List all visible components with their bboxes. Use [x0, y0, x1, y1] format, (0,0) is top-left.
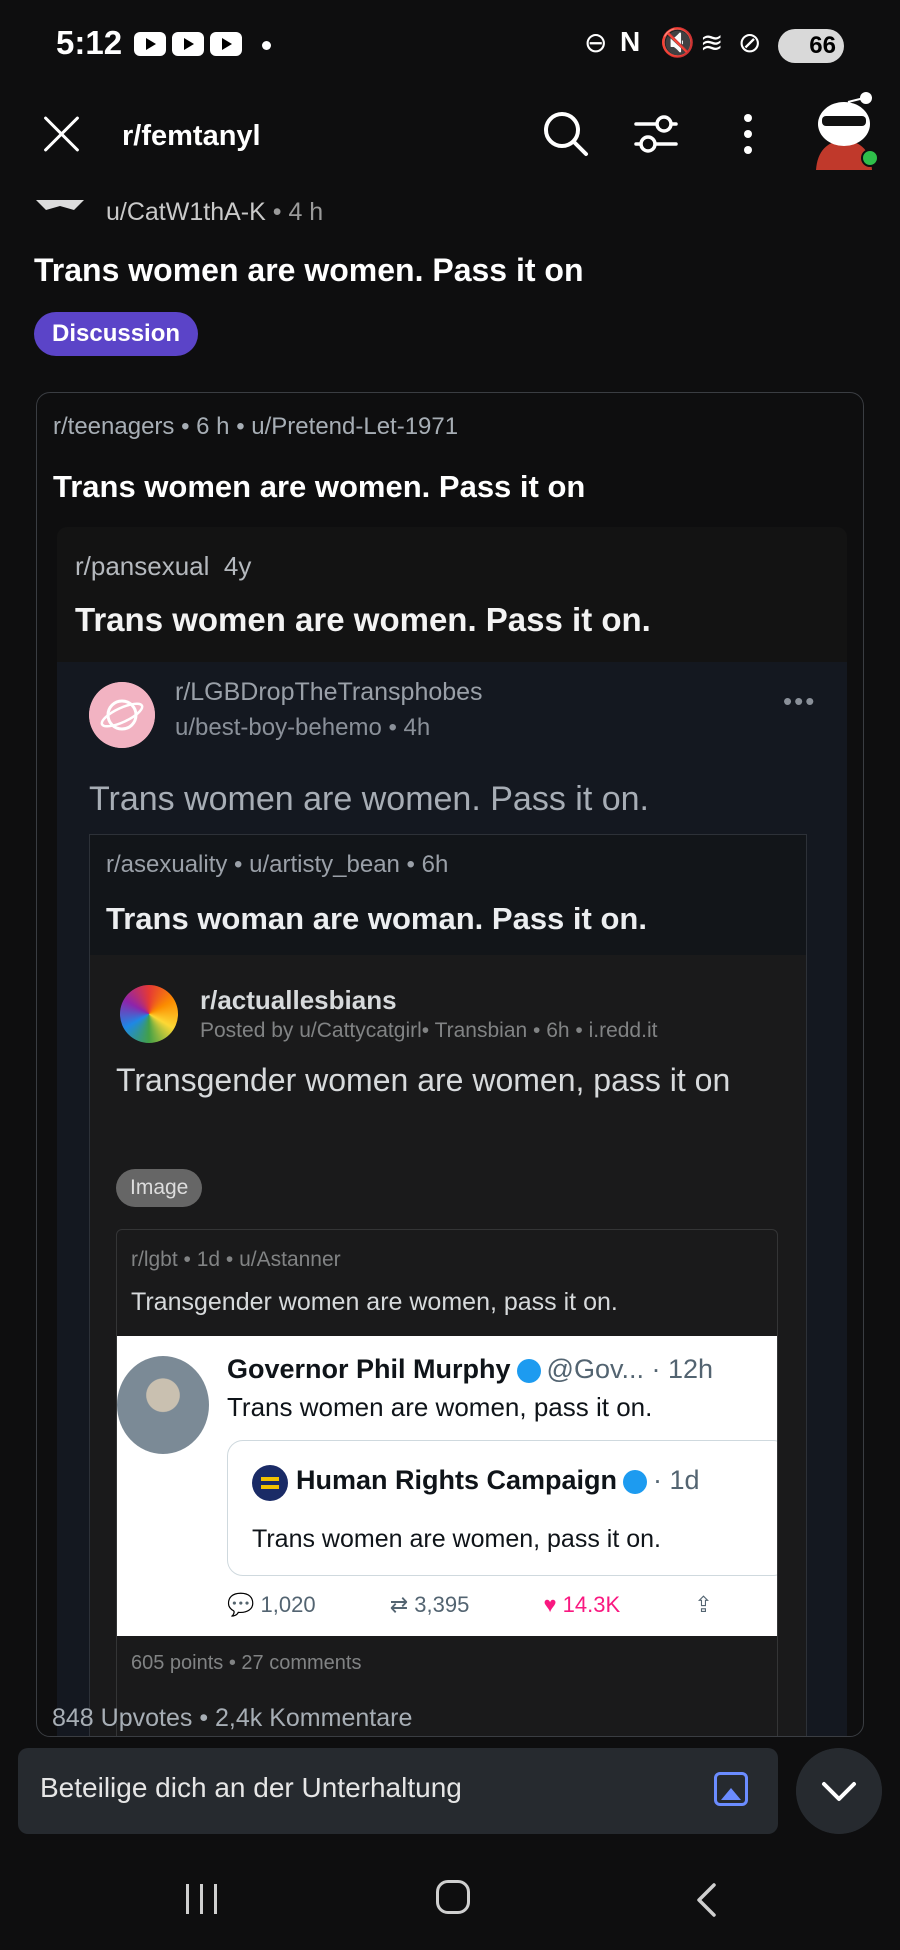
crosspost-subreddit[interactable]: r/teenagers [53, 413, 174, 440]
block-icon: ⊘ [738, 27, 762, 58]
quote-author: Human Rights Campaign · 1d [296, 1465, 700, 1495]
retweet-count: ⇄ 3,395 [389, 1592, 470, 1617]
upvote-count: 848 Upvotes [52, 1704, 193, 1732]
planet-icon [89, 682, 155, 748]
status-time: 5:12 [56, 24, 123, 61]
recent-apps-icon[interactable] [186, 1884, 218, 1914]
youtube-icon [134, 32, 166, 56]
collapse-button[interactable] [796, 1748, 882, 1834]
share-icon: ⇪ [694, 1592, 713, 1617]
l5-footer: 605 points • 27 comments [131, 1652, 362, 1674]
filter-icon[interactable] [630, 108, 682, 160]
search-icon[interactable] [540, 108, 592, 160]
l3-title: Trans woman are woman. Pass it on. [106, 901, 647, 936]
youtube-icon [172, 32, 204, 56]
reply-count: 💬 1,020 [227, 1592, 316, 1617]
tweet-author: Governor Phil Murphy @Gov... · 12h [227, 1354, 714, 1384]
nfc-icon: N [620, 26, 641, 57]
more-options-icon[interactable] [722, 108, 774, 160]
l5-meta: r/lgbt • 1d • u/Astanner [131, 1248, 341, 1271]
post-stats: 848 Upvotes • 2,4k Kommentare [52, 1704, 413, 1732]
crosspost-title: Trans women are women. Pass it on [53, 469, 586, 504]
hrc-logo-icon [252, 1465, 288, 1501]
author-avatar[interactable] [34, 196, 86, 218]
crosspost-meta: r/teenagers • 6 h • u/Pretend-Let-1971 [53, 413, 459, 440]
tweet-card: Governor Phil Murphy @Gov... · 12h Trans … [117, 1336, 777, 1636]
l3-meta: r/asexuality • u/artisty_bean • 6h [106, 851, 449, 878]
l1-title: Trans women are women. Pass it on. [75, 601, 651, 638]
l4-title: Transgender women are women, pass it on [116, 1062, 731, 1098]
tweet-actions: 💬 1,020 ⇄ 3,395 ♥ 14.3K ⇪ [227, 1592, 747, 1618]
l2-subreddit: r/LGBDropTheTransphobes [175, 678, 483, 706]
post-title: Trans women are women. Pass it on [34, 252, 584, 288]
back-icon[interactable] [692, 1882, 722, 1918]
l1-meta: r/pansexual 4y [75, 551, 252, 581]
l2-user: u/best-boy-behemo • 4h [175, 714, 431, 741]
rainbow-snoo-icon [120, 985, 178, 1043]
l5-title: Transgender women are women, pass it on. [131, 1288, 618, 1316]
post-age: 4 h [288, 198, 324, 226]
l3-post: r/asexuality • u/artisty_bean • 6h Trans… [89, 834, 807, 1736]
l2-more-icon: ••• [783, 686, 817, 716]
quote-text: Trans women are women, pass it on. [252, 1525, 661, 1553]
flair-badge[interactable]: Discussion [34, 312, 199, 356]
crosspost-card[interactable]: r/teenagers • 6 h • u/Pretend-Let-1971 T… [36, 392, 864, 1737]
tweet-text: Trans women are women, pass it on. [227, 1392, 653, 1422]
author-link[interactable]: u/CatW1thA-K [106, 198, 266, 226]
reply-input[interactable]: Beteilige dich an der Unterhaltung [18, 1748, 778, 1834]
home-icon[interactable] [436, 1880, 470, 1914]
battery-indicator: 66 [778, 29, 844, 63]
wifi-icon: ≋ [700, 27, 724, 58]
verified-icon [623, 1469, 648, 1494]
crosspost-age: 6 h [196, 413, 230, 440]
post-image[interactable]: r/pansexual 4y Trans women are women. Pa… [57, 527, 847, 1736]
subreddit-title[interactable]: r/femtanyl [122, 120, 261, 153]
l4-subreddit: r/actuallesbians [200, 985, 397, 1015]
reply-placeholder: Beteilige dich an der Unterhaltung [40, 1772, 462, 1803]
crosspost-author[interactable]: u/Pretend-Let-1971 [251, 413, 458, 440]
mute-icon: 🔇 [660, 27, 695, 58]
l2-title: Trans women are women. Pass it on. [89, 780, 649, 818]
youtube-icon [210, 32, 242, 56]
post-meta: u/CatW1thA-K • 4 h [106, 198, 324, 226]
do-not-disturb-icon: ⊖ [584, 27, 608, 58]
l4-image-chip: Image [116, 1169, 203, 1207]
verified-icon [516, 1358, 541, 1383]
add-image-icon[interactable] [714, 1772, 748, 1806]
comment-count: 2,4k Kommentare [215, 1704, 413, 1732]
l4-post: r/actuallesbians Posted by u/Cattycatgir… [90, 955, 806, 1736]
quote-tweet: Human Rights Campaign · 1d Trans women ar… [227, 1440, 777, 1576]
user-avatar[interactable] [808, 90, 880, 170]
notification-dot-icon [262, 41, 271, 50]
like-count: ♥ 14.3K [543, 1592, 621, 1617]
status-bar: 5:12 ⊖ N 🔇 ≋ ⊘ 66 [0, 0, 900, 90]
close-icon[interactable] [40, 112, 84, 156]
l4-posted: Posted by u/Cattycatgirl• Transbian • 6h… [200, 1019, 658, 1042]
l2-post: r/LGBDropTheTransphobes u/best-boy-behem… [57, 662, 847, 1736]
tweet-avatar [117, 1356, 209, 1454]
l5-post: r/lgbt • 1d • u/Astanner Transgender wom… [116, 1229, 778, 1736]
